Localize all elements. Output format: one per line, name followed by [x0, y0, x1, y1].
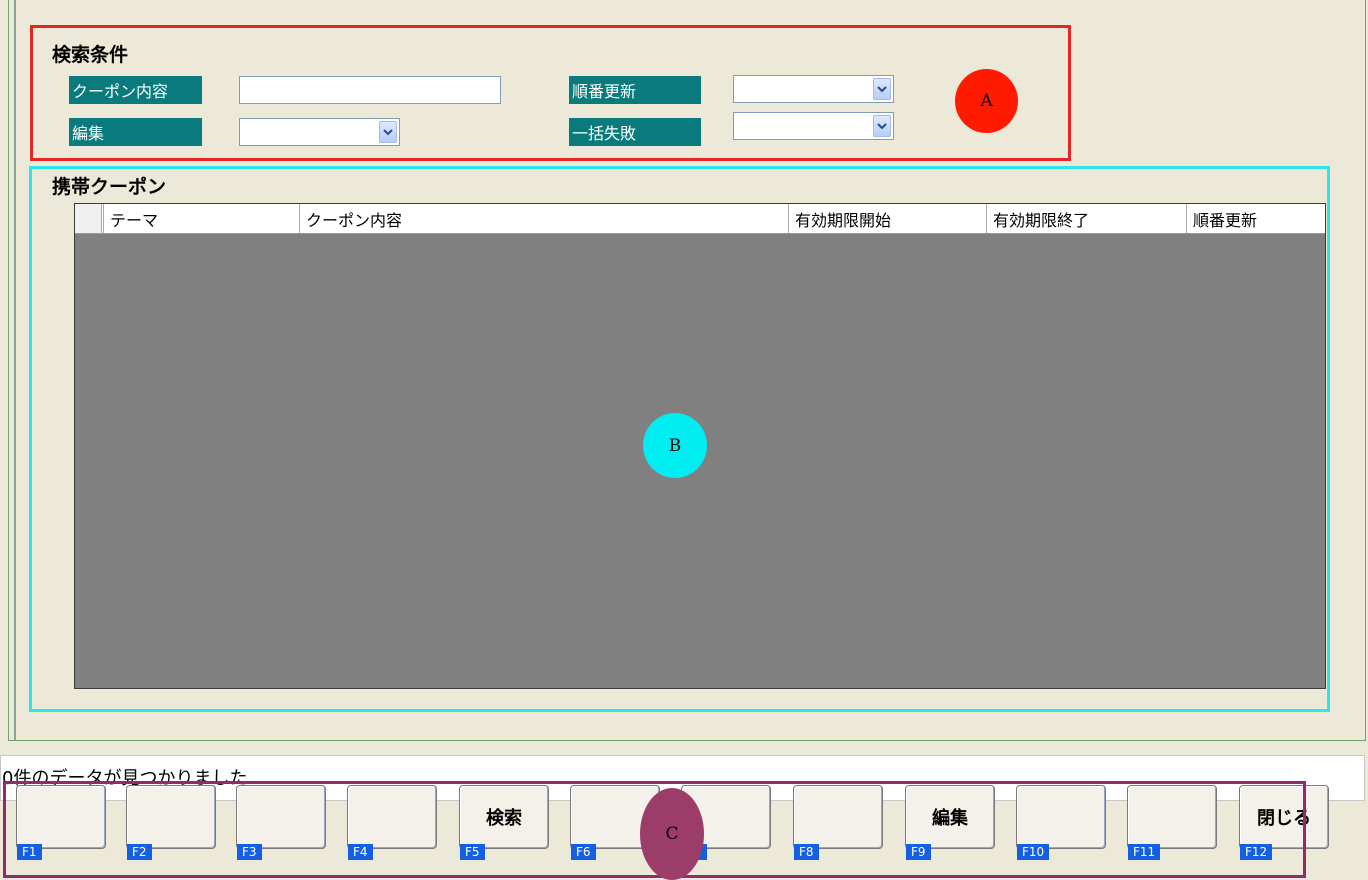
left-edge-divider — [14, 0, 16, 741]
annotation-marker-c: C — [640, 788, 704, 880]
annotation-marker-a: A — [955, 69, 1018, 133]
annotation-marker-b: B — [643, 413, 707, 478]
annotation-frame-a — [30, 25, 1071, 161]
